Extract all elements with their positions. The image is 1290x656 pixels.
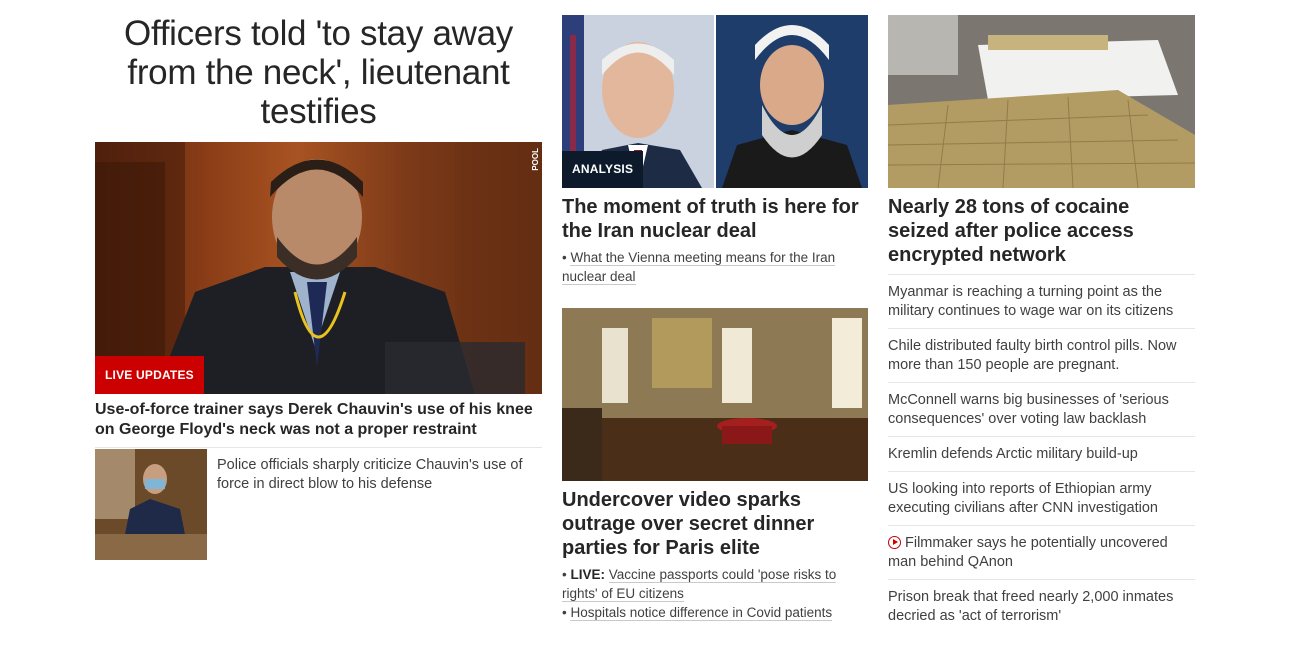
cocaine-bricks-photo xyxy=(888,15,1195,188)
myanmar-link[interactable]: Myanmar is reaching a turning point as t… xyxy=(888,284,1173,319)
kremlin-link[interactable]: Kremlin defends Arctic military build-up xyxy=(888,446,1138,462)
list-item: Filmmaker says he potentially uncovered … xyxy=(888,525,1195,579)
list-item: US looking into reports of Ethiopian arm… xyxy=(888,471,1195,525)
list-item: Kremlin defends Arctic military build-up xyxy=(888,436,1195,471)
chauvin-defense-link[interactable]: Police officials sharply criticize Chauv… xyxy=(217,456,542,494)
iran-bullet: • What the Vienna meeting means for the … xyxy=(562,248,868,286)
list-item: Myanmar is reaching a turning point as t… xyxy=(888,274,1195,328)
paris-dinner-image[interactable] xyxy=(562,308,868,481)
vaccine-passports-link[interactable]: • LIVE: Vaccine passports could 'pose ri… xyxy=(562,567,837,602)
hospitals-covid-link[interactable]: • Hospitals notice difference in Covid p… xyxy=(562,605,833,621)
live-prefix: LIVE: xyxy=(570,567,605,582)
main-headline-link[interactable]: Officers told 'to stay away from the nec… xyxy=(95,14,542,131)
headline-list: Myanmar is reaching a turning point as t… xyxy=(888,274,1195,633)
prison-break-link[interactable]: Prison break that freed nearly 2,000 inm… xyxy=(888,589,1173,624)
hero-image-chauvin-trial[interactable]: POOL LIVE UPDATES xyxy=(95,142,542,394)
list-item: McConnell warns big businesses of 'serio… xyxy=(888,382,1195,436)
list-item: Chile distributed faulty birth control p… xyxy=(888,328,1195,382)
paris-salon-photo xyxy=(562,308,868,481)
qanon-link-text: Filmmaker says he potentially uncovered … xyxy=(888,535,1168,570)
vienna-meeting-link[interactable]: • What the Vienna meeting means for the … xyxy=(562,250,836,285)
paris-dinner-headline-link[interactable]: Undercover video sparks outrage over sec… xyxy=(562,488,868,560)
cocaine-seizure-image[interactable] xyxy=(888,15,1195,188)
cocaine-headline-link[interactable]: Nearly 28 tons of cocaine seized after p… xyxy=(888,195,1195,267)
vienna-link-text: What the Vienna meeting means for the Ir… xyxy=(562,250,836,285)
chauvin-trial-headline-link[interactable]: Use-of-force trainer says Derek Chauvin'… xyxy=(95,400,542,440)
chile-pills-link[interactable]: Chile distributed faulty birth control p… xyxy=(888,338,1177,373)
pool-credit: POOL xyxy=(531,148,540,171)
chauvin-photo xyxy=(95,449,207,560)
iran-deal-image[interactable]: ANALYSIS xyxy=(562,15,868,188)
hospitals-covid-text: Hospitals notice difference in Covid pat… xyxy=(570,605,833,621)
ethiopia-link[interactable]: US looking into reports of Ethiopian arm… xyxy=(888,481,1158,516)
mcconnell-link[interactable]: McConnell warns big businesses of 'serio… xyxy=(888,392,1169,427)
analysis-badge: ANALYSIS xyxy=(562,151,644,188)
video-play-icon xyxy=(888,536,901,549)
qanon-link[interactable]: Filmmaker says he potentially uncovered … xyxy=(888,535,1168,570)
iran-deal-headline-link[interactable]: The moment of truth is here for the Iran… xyxy=(562,195,868,243)
chauvin-thumbnail[interactable] xyxy=(95,449,207,560)
list-item: Prison break that freed nearly 2,000 inm… xyxy=(888,579,1195,633)
live-updates-badge: LIVE UPDATES xyxy=(95,356,204,394)
paris-bullets: • LIVE: Vaccine passports could 'pose ri… xyxy=(562,565,868,622)
divider xyxy=(95,447,542,448)
